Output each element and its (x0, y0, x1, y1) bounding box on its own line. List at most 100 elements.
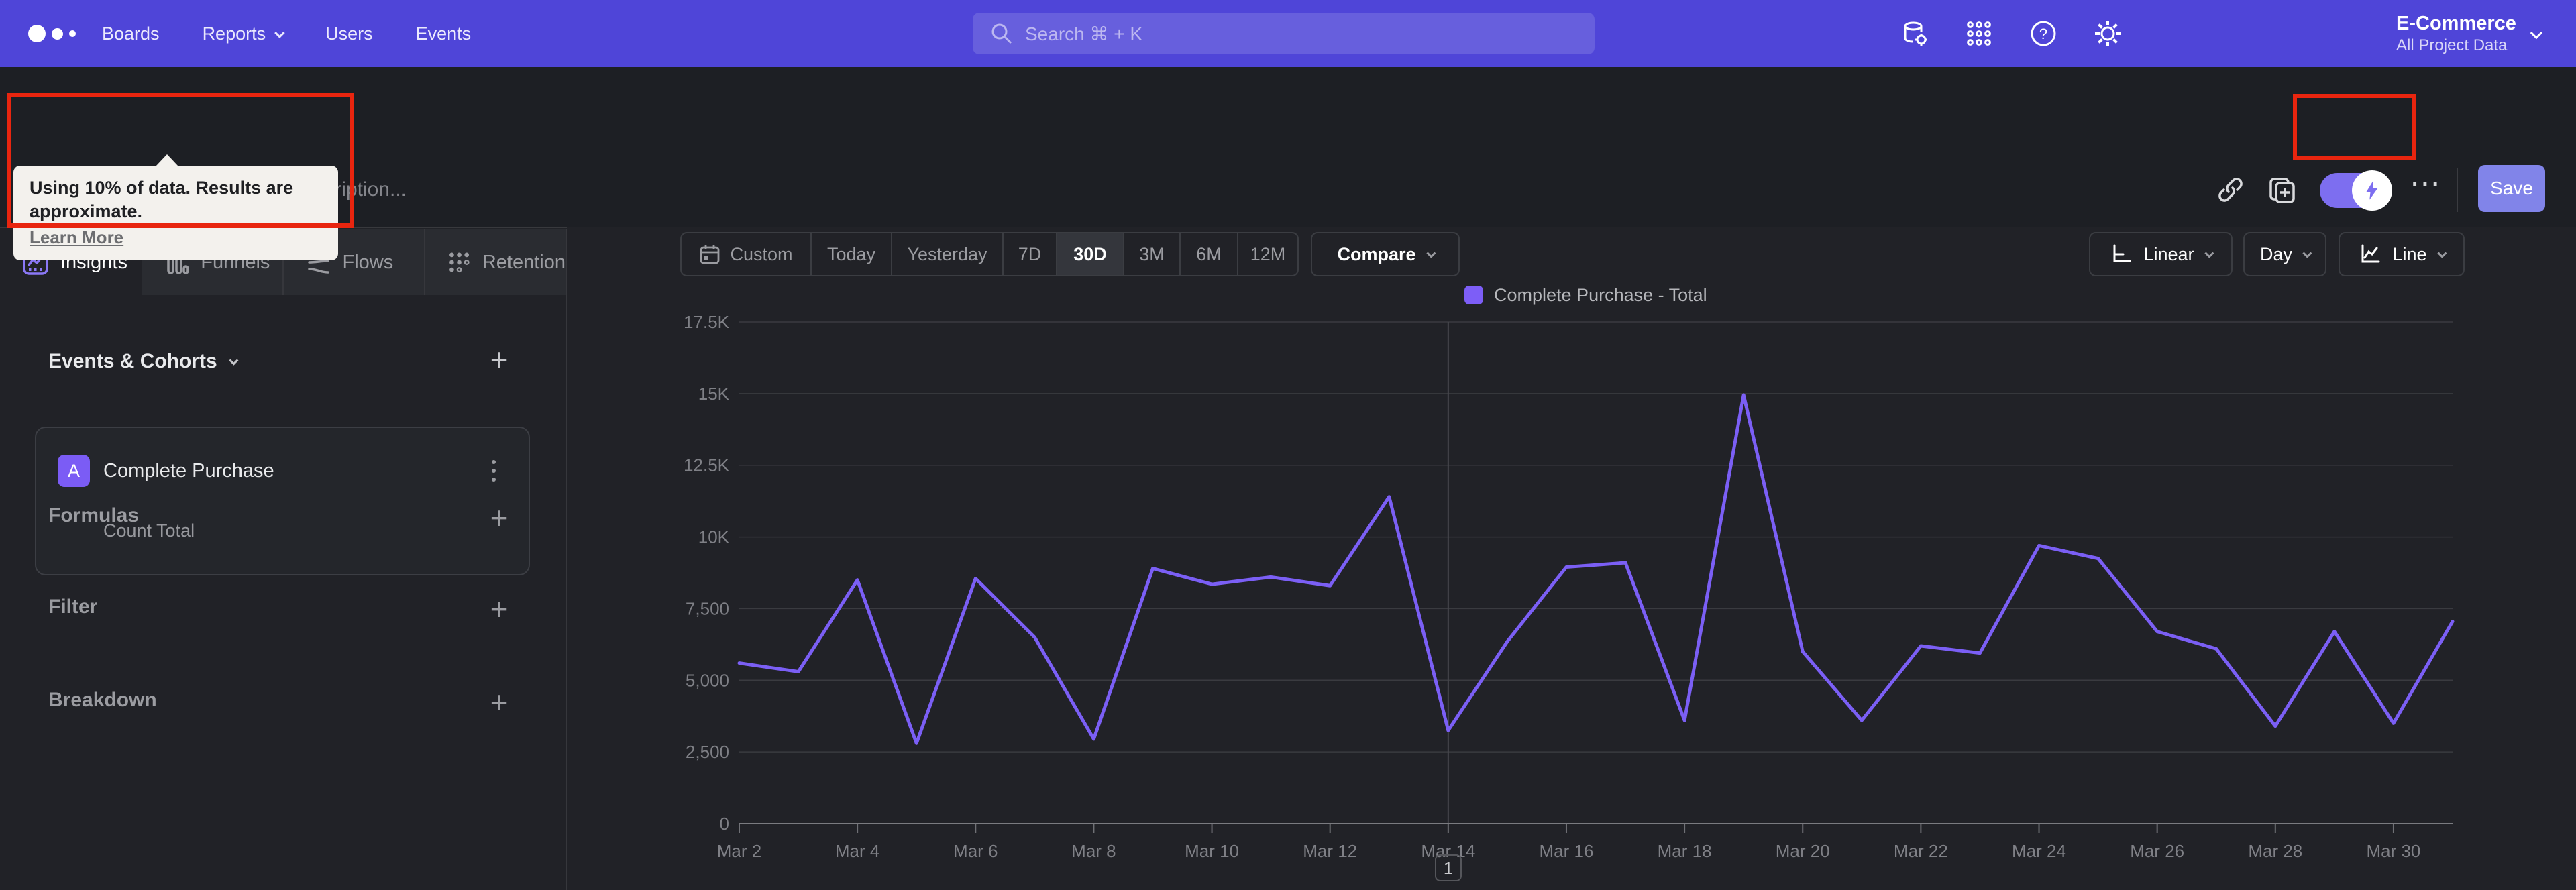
range-3m[interactable]: 3M (1123, 233, 1179, 275)
nav-item-boards[interactable]: Boards (102, 23, 160, 44)
calendar-icon (700, 245, 720, 264)
event-kebab-menu-icon[interactable] (479, 455, 508, 487)
y-axis-tick-label: 17.5K (684, 312, 730, 332)
filter-label: Filter (48, 596, 98, 618)
nav-item-label: Events (415, 23, 472, 44)
report-header: Untitled Sampled + Add description... ⋯ … (0, 67, 2576, 228)
chevron-down-icon (2530, 26, 2543, 39)
more-options-button[interactable]: ⋯ (2410, 165, 2443, 201)
add-to-board-icon[interactable] (2259, 168, 2304, 212)
interval-label: Day (2259, 243, 2292, 264)
formulas-label: Formulas (48, 504, 140, 526)
sampling-tooltip: Using 10% of data. Results are approxima… (13, 154, 338, 261)
filter-section: Filter + (0, 588, 566, 628)
events-cohorts-header[interactable]: Events & Cohorts (48, 350, 239, 373)
y-axis-tick-label: 2,500 (686, 742, 729, 762)
x-axis-tick-label: Mar 26 (2130, 841, 2184, 861)
range-yesterday[interactable]: Yesterday (891, 233, 1002, 275)
nav-item-users[interactable]: Users (325, 23, 373, 44)
range-today[interactable]: Today (810, 233, 891, 275)
nav-items: Boards Reports Users Events (102, 0, 471, 67)
y-axis-tick-label: 0 (720, 814, 729, 834)
scale-label: Linear (2143, 243, 2194, 264)
copy-link-icon[interactable] (2208, 168, 2253, 212)
mixpanel-logo-icon[interactable] (28, 0, 76, 67)
search-input[interactable]: Search ⌘ + K (973, 13, 1595, 54)
save-button[interactable]: Save (2478, 165, 2545, 212)
data-management-icon[interactable] (1882, 0, 1947, 67)
apps-grid-icon[interactable] (1947, 0, 2011, 67)
settings-gear-icon[interactable] (2076, 0, 2140, 67)
retention-icon (449, 252, 470, 273)
compare-label: Compare (1337, 243, 1416, 264)
legend-swatch (1464, 286, 1483, 304)
range-label: Yesterday (907, 243, 987, 264)
range-custom[interactable]: Custom (682, 233, 810, 275)
sampling-toggle[interactable] (2320, 170, 2392, 211)
x-axis-tick-label: Mar 30 (2366, 841, 2420, 861)
add-filter-button[interactable]: + (480, 590, 518, 628)
add-event-button[interactable]: + (480, 341, 518, 378)
chart-panel: Custom Today Yesterday 7D 30D 3M 6M 12M … (567, 227, 2576, 890)
y-axis-tick-label: 7,500 (686, 598, 729, 618)
tab-label: Flows (342, 251, 394, 273)
event-letter-badge: A (58, 455, 90, 487)
help-icon[interactable]: ? (2011, 0, 2076, 67)
range-label: Today (826, 243, 876, 264)
chevron-down-icon (274, 27, 285, 38)
tab-retention[interactable]: Retention (425, 229, 567, 295)
breakdown-section: Breakdown + (0, 681, 566, 721)
y-axis-tick-label: 12.5K (684, 455, 730, 476)
nav-item-reports[interactable]: Reports (202, 23, 285, 44)
chevron-down-icon (2302, 248, 2312, 258)
project-name: E-Commerce (2396, 12, 2516, 34)
range-30d[interactable]: 30D (1056, 233, 1123, 275)
date-range-control: Custom Today Yesterday 7D 30D 3M 6M 12M (680, 232, 1299, 276)
y-axis-tick-label: 15K (698, 384, 730, 404)
line-chart-icon (2361, 244, 2380, 263)
tab-label: Retention (482, 251, 566, 273)
pagination-page-button[interactable]: 1 (1435, 854, 1462, 881)
x-axis-tick-label: Mar 12 (1303, 841, 1357, 861)
chevron-down-icon (2436, 248, 2447, 258)
add-formula-button[interactable]: + (480, 499, 518, 537)
range-7d[interactable]: 7D (1002, 233, 1056, 275)
range-6m[interactable]: 6M (1179, 233, 1237, 275)
top-nav: Boards Reports Users Events Search ⌘ + K… (0, 0, 2576, 67)
charttype-dropdown[interactable]: Line (2339, 232, 2465, 276)
charttype-label: Line (2392, 243, 2427, 264)
chevron-down-icon (2204, 248, 2214, 258)
chart-line (737, 393, 2455, 745)
formulas-section: Formulas + (0, 496, 566, 537)
nav-icon-group: ? (1882, 0, 2140, 67)
nav-item-events[interactable]: Events (416, 23, 472, 44)
x-axis-tick-label: Mar 4 (835, 841, 879, 861)
search-icon (991, 23, 1012, 44)
nav-item-label: Reports (202, 23, 266, 44)
range-12m[interactable]: 12M (1237, 233, 1297, 275)
x-axis-tick-label: Mar 10 (1185, 841, 1239, 861)
lightning-bolt-icon (2352, 170, 2392, 211)
x-axis-tick-label: Mar 20 (1776, 841, 1830, 861)
range-label: 30D (1073, 243, 1107, 264)
nav-item-label: Users (325, 23, 373, 44)
add-breakdown-button[interactable]: + (480, 683, 518, 721)
x-axis-tick-label: Mar 6 (953, 841, 998, 861)
scale-dropdown[interactable]: Linear (2089, 232, 2233, 276)
search-placeholder: Search ⌘ + K (1025, 23, 1143, 44)
compare-button[interactable]: Compare (1311, 232, 1460, 276)
x-axis-tick-label: Mar 2 (717, 841, 761, 861)
range-label: 3M (1139, 243, 1165, 264)
insights-line-chart[interactable]: 0 2,500 5,000 7,500 10K 12.5K 15K 17.5K Mar 2 Mar… (567, 280, 2576, 871)
chevron-down-icon (229, 355, 239, 366)
interval-dropdown[interactable]: Day (2243, 232, 2326, 276)
y-axis-tick-label: 5,000 (686, 670, 729, 690)
y-axis-tick-label: 10K (698, 527, 730, 547)
learn-more-link[interactable]: Learn More (30, 227, 123, 248)
nav-item-label: Boards (102, 23, 160, 44)
x-axis-tick-label: Mar 16 (1540, 841, 1594, 861)
query-sidebar: Events & Cohorts + A Complete Purchase C… (0, 295, 566, 890)
svg-text:?: ? (2039, 25, 2047, 42)
project-switcher[interactable]: E-Commerce All Project Data (2396, 0, 2543, 67)
range-label: 6M (1196, 243, 1222, 264)
